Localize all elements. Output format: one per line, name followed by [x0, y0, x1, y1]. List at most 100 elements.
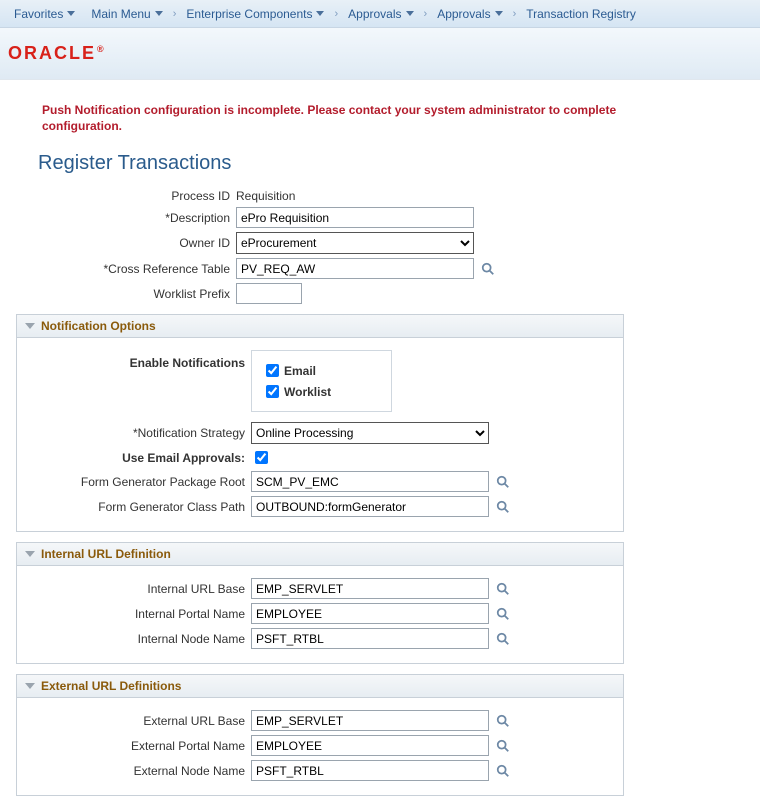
- chevron-down-icon: [495, 11, 503, 16]
- section-title-notification: Notification Options: [41, 319, 156, 333]
- input-pkg-root[interactable]: [251, 471, 489, 492]
- checkbox-email[interactable]: [266, 364, 279, 377]
- checkbox-use-email-approvals[interactable]: [255, 451, 268, 464]
- alert-message: Push Notification configuration is incom…: [42, 102, 662, 134]
- chevron-right-icon: ›: [422, 8, 430, 20]
- checkbox-worklist[interactable]: [266, 385, 279, 398]
- label-cross-ref-table: *Cross Reference Table: [8, 262, 236, 276]
- collapse-icon: [25, 683, 35, 689]
- row-description: *Description: [8, 207, 752, 228]
- label-internal-url-base: Internal URL Base: [23, 582, 251, 596]
- row-internal-node-name: Internal Node Name: [23, 628, 617, 649]
- page-title: Register Transactions: [38, 152, 752, 175]
- section-head-notification[interactable]: Notification Options: [17, 315, 623, 338]
- input-external-node-name[interactable]: [251, 760, 489, 781]
- select-notification-strategy[interactable]: Online Processing: [251, 422, 489, 444]
- row-enable-notifications: Enable Notifications Email Worklist: [23, 350, 617, 412]
- label-worklist-prefix: Worklist Prefix: [8, 287, 236, 301]
- input-worklist-prefix[interactable]: [236, 283, 302, 304]
- nav-main-menu-label: Main Menu: [91, 7, 150, 21]
- collapse-icon: [25, 551, 35, 557]
- lookup-icon[interactable]: [495, 763, 511, 779]
- nav-enterprise-components[interactable]: Enterprise Components: [178, 0, 332, 27]
- label-enable-notifications: Enable Notifications: [23, 350, 251, 370]
- chevron-right-icon: ›: [171, 8, 179, 20]
- label-use-email-approvals: Use Email Approvals:: [23, 451, 251, 465]
- lookup-icon[interactable]: [495, 738, 511, 754]
- checkbox-row-email: Email: [262, 361, 331, 380]
- input-cross-ref-table[interactable]: [236, 258, 474, 279]
- row-use-email-approvals: Use Email Approvals:: [23, 448, 617, 467]
- chevron-down-icon: [155, 11, 163, 16]
- nav-enterprise-components-label: Enterprise Components: [186, 7, 312, 21]
- label-pkg-root: Form Generator Package Root: [23, 475, 251, 489]
- lookup-icon[interactable]: [480, 261, 496, 277]
- label-external-url-base: External URL Base: [23, 714, 251, 728]
- section-internal-url: Internal URL Definition Internal URL Bas…: [16, 542, 624, 664]
- row-pkg-root: Form Generator Package Root: [23, 471, 617, 492]
- nav-favorites-label: Favorites: [14, 7, 63, 21]
- label-internal-portal-name: Internal Portal Name: [23, 607, 251, 621]
- row-cross-ref-table: *Cross Reference Table: [8, 258, 752, 279]
- collapse-icon: [25, 323, 35, 329]
- oracle-logo-text: ORACLE: [8, 43, 96, 63]
- row-owner-id: Owner ID eProcurement: [8, 232, 752, 254]
- nav-approvals-1[interactable]: Approvals: [340, 0, 421, 27]
- section-title-internal-url: Internal URL Definition: [41, 547, 171, 561]
- nav-approvals-2[interactable]: Approvals: [429, 0, 510, 27]
- row-notification-strategy: *Notification Strategy Online Processing: [23, 422, 617, 444]
- lookup-icon[interactable]: [495, 713, 511, 729]
- content-area: Push Notification configuration is incom…: [0, 80, 760, 804]
- input-internal-node-name[interactable]: [251, 628, 489, 649]
- section-head-internal-url[interactable]: Internal URL Definition: [17, 543, 623, 566]
- checkbox-worklist-label: Worklist: [284, 385, 331, 399]
- section-body-notification: Enable Notifications Email Worklist *Not…: [17, 338, 623, 531]
- nav-favorites[interactable]: Favorites: [6, 0, 83, 27]
- label-description: *Description: [8, 211, 236, 225]
- chevron-right-icon: ›: [332, 8, 340, 20]
- section-external-url: External URL Definitions External URL Ba…: [16, 674, 624, 796]
- input-external-portal-name[interactable]: [251, 735, 489, 756]
- value-process-id: Requisition: [236, 189, 295, 203]
- lookup-icon[interactable]: [495, 581, 511, 597]
- section-head-external-url[interactable]: External URL Definitions: [17, 675, 623, 698]
- input-description[interactable]: [236, 207, 474, 228]
- nav-transaction-registry[interactable]: Transaction Registry: [518, 0, 644, 27]
- input-class-path[interactable]: [251, 496, 489, 517]
- label-internal-node-name: Internal Node Name: [23, 632, 251, 646]
- row-worklist-prefix: Worklist Prefix: [8, 283, 752, 304]
- chevron-down-icon: [406, 11, 414, 16]
- row-internal-portal-name: Internal Portal Name: [23, 603, 617, 624]
- row-process-id: Process ID Requisition: [8, 189, 752, 203]
- input-internal-url-base[interactable]: [251, 578, 489, 599]
- nav-main-menu[interactable]: Main Menu: [83, 0, 170, 27]
- row-external-url-base: External URL Base: [23, 710, 617, 731]
- oracle-logo-dot: ®: [97, 44, 106, 54]
- checkbox-row-worklist: Worklist: [262, 382, 331, 401]
- breadcrumb: Favorites Main Menu › Enterprise Compone…: [0, 0, 760, 28]
- label-class-path: Form Generator Class Path: [23, 500, 251, 514]
- label-external-node-name: External Node Name: [23, 764, 251, 778]
- lookup-icon[interactable]: [495, 499, 511, 515]
- input-internal-portal-name[interactable]: [251, 603, 489, 624]
- enable-notifications-frame: Email Worklist: [251, 350, 392, 412]
- lookup-icon[interactable]: [495, 631, 511, 647]
- nav-approvals-1-label: Approvals: [348, 7, 401, 21]
- label-notification-strategy: *Notification Strategy: [23, 426, 251, 440]
- section-notification-options: Notification Options Enable Notification…: [16, 314, 624, 532]
- label-process-id: Process ID: [8, 189, 236, 203]
- section-title-external-url: External URL Definitions: [41, 679, 181, 693]
- row-internal-url-base: Internal URL Base: [23, 578, 617, 599]
- chevron-down-icon: [316, 11, 324, 16]
- section-body-external-url: External URL Base External Portal Name E…: [17, 698, 623, 795]
- row-class-path: Form Generator Class Path: [23, 496, 617, 517]
- chevron-down-icon: [67, 11, 75, 16]
- select-owner-id[interactable]: eProcurement: [236, 232, 474, 254]
- nav-transaction-registry-label: Transaction Registry: [526, 7, 636, 21]
- row-external-node-name: External Node Name: [23, 760, 617, 781]
- lookup-icon[interactable]: [495, 606, 511, 622]
- row-external-portal-name: External Portal Name: [23, 735, 617, 756]
- label-external-portal-name: External Portal Name: [23, 739, 251, 753]
- input-external-url-base[interactable]: [251, 710, 489, 731]
- lookup-icon[interactable]: [495, 474, 511, 490]
